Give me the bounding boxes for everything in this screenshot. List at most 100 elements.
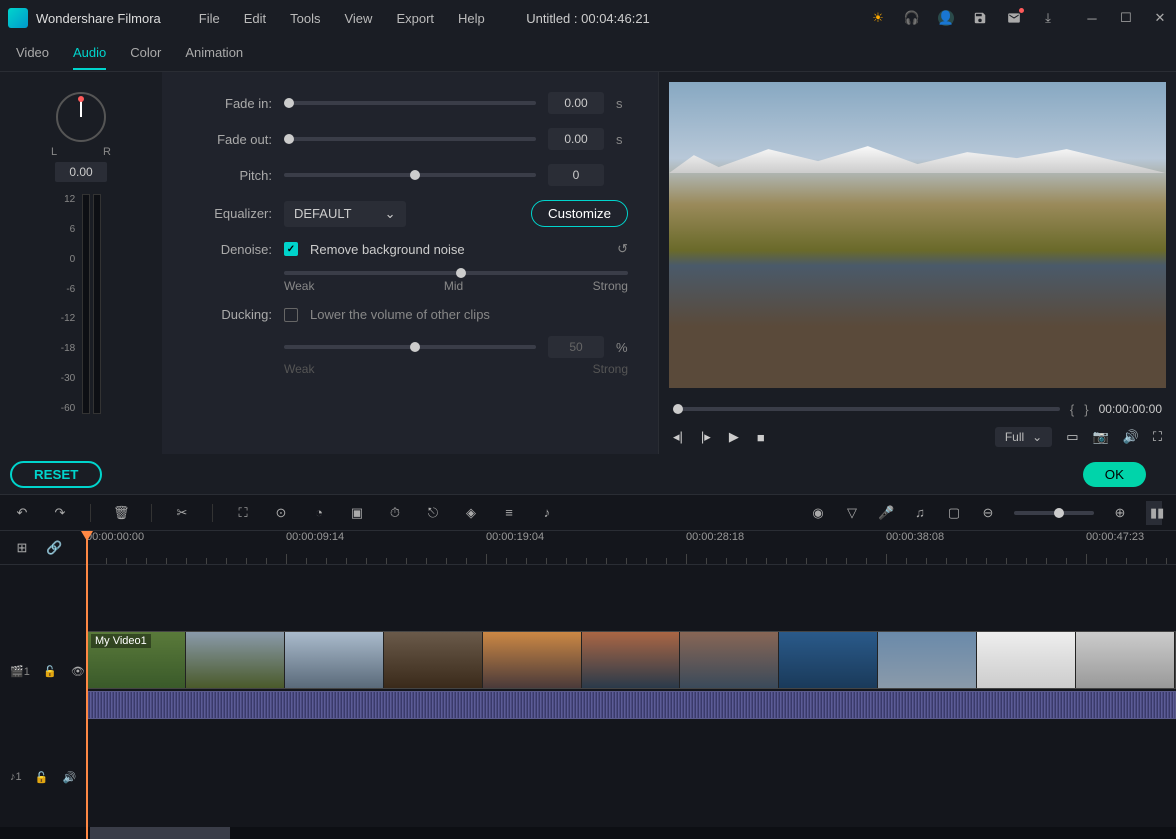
menu-edit[interactable]: Edit <box>234 7 276 30</box>
ducking-label: Ducking: <box>182 307 272 322</box>
playhead[interactable] <box>86 531 88 839</box>
mute-icon[interactable]: 🔊 <box>62 771 78 784</box>
green-screen-icon[interactable]: ▣ <box>349 505 365 521</box>
tab-audio[interactable]: Audio <box>73 37 106 70</box>
tab-color[interactable]: Color <box>130 37 161 70</box>
balance-l-label: L <box>51 146 57 158</box>
tips-icon[interactable]: ☀ <box>870 10 886 26</box>
maximize-icon[interactable]: ☐ <box>1118 10 1134 26</box>
fade-out-value[interactable]: 0.00 <box>548 128 604 150</box>
fade-out-slider[interactable] <box>284 137 536 141</box>
pitch-value[interactable]: 0 <box>548 164 604 186</box>
ducking-value[interactable]: 50 <box>548 336 604 358</box>
mixer-icon[interactable]: ≡ <box>501 505 517 520</box>
record-voice-icon[interactable]: 🎤 <box>878 505 894 521</box>
manage-tracks-icon[interactable]: ⊞ <box>14 540 30 556</box>
timeline-toolbar: ↶ ↷ 🗑 ✂ ⛶ ⊙ ◔ ▣ ⏱ ⎋ ◈ ≡ ♪ ◉ ▽ 🎤 ♫ ▢ ⊖ ⊕ … <box>0 495 1176 531</box>
video-clip[interactable]: My Video1 <box>86 631 1176 689</box>
download-icon[interactable]: ⤓ <box>1040 10 1056 26</box>
crop-icon[interactable]: ⛶ <box>235 505 251 521</box>
step-back-icon[interactable]: ◂| <box>673 429 683 445</box>
denoise-checkbox-label: Remove background noise <box>310 242 465 257</box>
mark-in-icon[interactable]: { <box>1070 402 1074 417</box>
ruler-timecode: 00:00:00:00 <box>86 531 144 543</box>
app-title: Wondershare Filmora <box>36 11 161 26</box>
fade-in-slider[interactable] <box>284 101 536 105</box>
color-icon[interactable]: ◔ <box>311 505 327 520</box>
delete-icon[interactable]: 🗑 <box>113 505 129 521</box>
ok-button[interactable]: OK <box>1083 462 1146 487</box>
volume-icon[interactable]: 🔊 <box>1123 429 1139 445</box>
zoom-slider[interactable] <box>1014 511 1094 515</box>
zoom-fit-icon[interactable]: ▮▮ <box>1146 501 1162 525</box>
keyframe-icon[interactable]: ◈ <box>463 505 479 521</box>
mail-icon[interactable] <box>1006 10 1022 26</box>
lock-track-icon[interactable]: 🔓 <box>42 665 58 678</box>
ruler-timecode: 00:00:28:18 <box>686 531 744 543</box>
speed-icon[interactable]: ⊙ <box>273 505 289 521</box>
vu-bar-left <box>82 194 90 414</box>
preview-panel: { } 00:00:00:00 ◂| |▸ ▶ ■ Full⌄ ▭ 📷 🔊 ⛶ <box>658 72 1176 454</box>
menu-tools[interactable]: Tools <box>280 7 330 30</box>
step-forward-icon[interactable]: |▸ <box>701 429 711 445</box>
timeline: ↶ ↷ 🗑 ✂ ⛶ ⊙ ◔ ▣ ⏱ ⎋ ◈ ≡ ♪ ◉ ▽ 🎤 ♫ ▢ ⊖ ⊕ … <box>0 494 1176 839</box>
marker-icon[interactable]: ▽ <box>844 505 860 521</box>
snapshot-icon[interactable]: 📷 <box>1093 429 1109 445</box>
stop-icon[interactable]: ■ <box>757 430 765 445</box>
menu-help[interactable]: Help <box>448 7 495 30</box>
pitch-slider[interactable] <box>284 173 536 177</box>
denoise-checkbox[interactable]: ✓ <box>284 242 298 256</box>
undo-icon[interactable]: ↶ <box>14 505 30 521</box>
equalizer-label: Equalizer: <box>182 206 272 221</box>
preview-scrubber[interactable] <box>673 407 1060 411</box>
lock-track-icon[interactable]: 🔓 <box>34 771 50 784</box>
menu-view[interactable]: View <box>334 7 382 30</box>
timeline-scrollbar[interactable] <box>0 827 1176 839</box>
menu-file[interactable]: File <box>189 7 230 30</box>
link-icon[interactable]: 🔗 <box>46 540 62 556</box>
audio-mixer-icon[interactable]: ♫ <box>912 505 928 520</box>
redo-icon[interactable]: ↷ <box>52 505 68 521</box>
chevron-down-icon: ⌄ <box>1032 430 1042 444</box>
fullscreen-icon[interactable]: ⛶ <box>1153 429 1162 445</box>
clip-label: My Video1 <box>91 634 151 648</box>
video-track-label: 🎬1 <box>10 665 30 678</box>
quality-select[interactable]: Full⌄ <box>995 427 1052 447</box>
denoise-label: Denoise: <box>182 242 272 257</box>
ducking-slider[interactable] <box>284 345 536 349</box>
close-icon[interactable]: ✕ <box>1152 10 1168 26</box>
play-icon[interactable]: ▶ <box>729 429 739 445</box>
zoom-in-icon[interactable]: ⊕ <box>1112 505 1128 521</box>
detach-icon[interactable]: ⎋ <box>425 505 441 521</box>
snap-icon[interactable]: ▢ <box>946 505 962 521</box>
split-icon[interactable]: ✂ <box>174 505 190 521</box>
fade-in-value[interactable]: 0.00 <box>548 92 604 114</box>
ducking-checkbox[interactable] <box>284 308 298 322</box>
display-icon[interactable]: ▭ <box>1066 429 1078 445</box>
audio-clip[interactable] <box>86 691 1176 719</box>
denoise-reset-icon[interactable]: ↺ <box>617 241 628 257</box>
menu-export[interactable]: Export <box>386 7 444 30</box>
denoise-slider[interactable] <box>284 271 628 275</box>
fade-out-label: Fade out: <box>182 132 272 147</box>
reset-button[interactable]: RESET <box>10 461 102 488</box>
customize-button[interactable]: Customize <box>531 200 628 227</box>
tab-animation[interactable]: Animation <box>185 37 243 70</box>
duration-icon[interactable]: ⏱ <box>387 505 403 521</box>
render-icon[interactable]: ◉ <box>810 505 826 521</box>
audio-icon[interactable]: ♪ <box>539 505 555 520</box>
save-icon[interactable] <box>972 10 988 26</box>
audio-properties: Fade in: 0.00 s Fade out: 0.00 s Pitch: … <box>162 72 658 454</box>
equalizer-select[interactable]: DEFAULT⌄ <box>284 201 406 227</box>
mark-out-icon[interactable]: } <box>1084 402 1088 417</box>
visibility-icon[interactable]: 👁 <box>70 665 86 678</box>
support-icon[interactable]: 🎧 <box>904 10 920 26</box>
zoom-out-icon[interactable]: ⊖ <box>980 505 996 521</box>
balance-gauge[interactable] <box>56 92 106 142</box>
timeline-ruler[interactable]: 00:00:00:0000:00:09:1400:00:19:0400:00:2… <box>86 531 1176 564</box>
preview-video[interactable] <box>669 82 1166 388</box>
minimize-icon[interactable]: ─ <box>1084 10 1100 26</box>
ruler-timecode: 00:00:38:08 <box>886 531 944 543</box>
account-icon[interactable]: 👤 <box>938 10 954 26</box>
tab-video[interactable]: Video <box>16 37 49 70</box>
